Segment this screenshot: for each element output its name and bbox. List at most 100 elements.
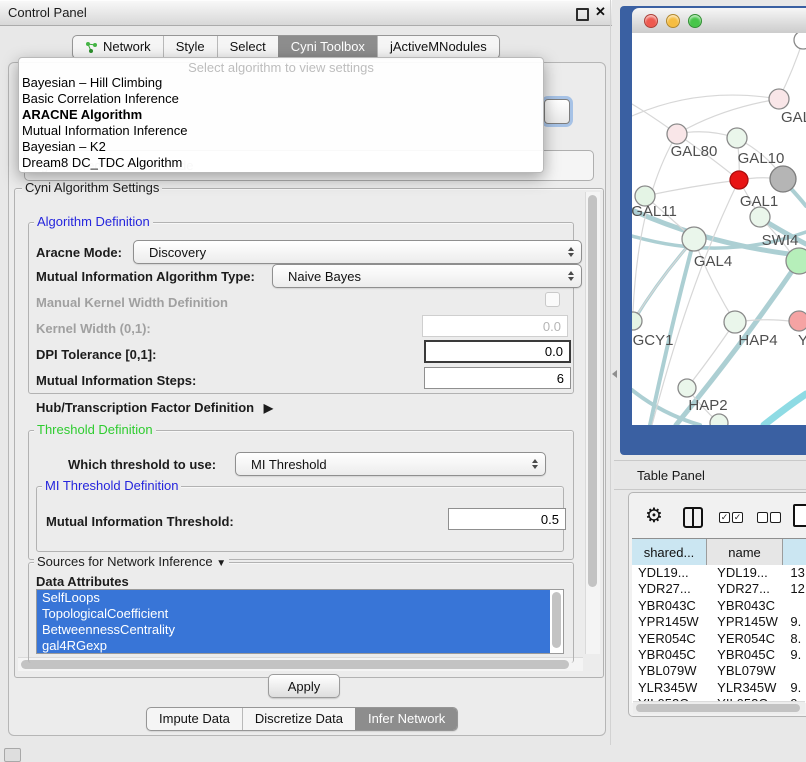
control-panel-title: Control Panel xyxy=(8,5,87,20)
network-node-hap4[interactable] xyxy=(724,311,746,333)
network-edge[interactable] xyxy=(677,99,779,134)
attribute-item[interactable]: gal4RGexp xyxy=(37,638,550,654)
tab-select[interactable]: Select xyxy=(217,36,278,58)
algorithm-option[interactable]: Bayesian – K2 xyxy=(19,139,543,155)
bottom-corner-icon[interactable] xyxy=(4,748,21,762)
network-node-gal4[interactable] xyxy=(682,227,706,251)
network-edge[interactable] xyxy=(645,180,739,196)
network-node-gal80[interactable] xyxy=(667,124,687,144)
zoom-window-icon[interactable] xyxy=(688,14,702,28)
network-node-y[interactable] xyxy=(789,311,806,331)
attribute-item[interactable]: TopologicalCoefficient xyxy=(37,606,550,622)
unchecked-checkbox-icon[interactable] xyxy=(770,512,781,523)
divider-collapse-arrow[interactable] xyxy=(612,370,617,378)
node-label: HAP4 xyxy=(738,332,777,349)
column-header-partial[interactable] xyxy=(783,539,806,565)
attribute-item[interactable]: SelfLoops xyxy=(37,590,550,606)
hub-definition-expander[interactable]: Hub/Transcription Factor Definition ▶ xyxy=(36,400,267,415)
network-node-gal[interactable] xyxy=(769,89,789,109)
table-row[interactable]: YBL079WYBL079W xyxy=(632,663,806,679)
network-node[interactable] xyxy=(750,207,770,227)
algorithm-combo-edge[interactable] xyxy=(544,99,570,124)
tab-impute-data[interactable]: Impute Data xyxy=(147,708,242,730)
close-window-icon[interactable] xyxy=(644,14,658,28)
attribute-item[interactable]: BetweennessCentrality xyxy=(37,622,550,638)
columns-icon[interactable] xyxy=(683,507,703,528)
column-header-shared[interactable]: shared... xyxy=(632,539,707,565)
aracne-mode-value: Discovery xyxy=(149,245,206,260)
algorithm-option[interactable]: Basic Correlation Inference xyxy=(19,91,543,107)
node-label: GAL80 xyxy=(671,143,718,160)
table-row[interactable]: YDR27...YDR27...12 xyxy=(632,581,806,597)
float-panel-icon[interactable] xyxy=(576,8,589,21)
checked-checkbox-icon[interactable]: ✓ xyxy=(719,512,730,523)
column-header-name[interactable]: name xyxy=(707,539,783,565)
table-row[interactable]: YBR043CYBR043C xyxy=(632,598,806,614)
table-hscroll-thumb[interactable] xyxy=(636,704,800,712)
file-icon[interactable] xyxy=(793,504,806,527)
node-label: GAL xyxy=(781,109,806,126)
mi-threshold-field[interactable]: 0.5 xyxy=(448,508,566,530)
mi-threshold-label: Mutual Information Threshold: xyxy=(46,514,234,529)
node-label: GAL11 xyxy=(632,203,677,220)
table-row[interactable]: YDL19...YDL19...13 xyxy=(632,565,806,581)
apply-button[interactable]: Apply xyxy=(268,674,340,698)
algorithm-option[interactable]: Mutual Information Inference xyxy=(19,123,543,139)
network-edge[interactable] xyxy=(694,239,735,322)
network-node[interactable] xyxy=(770,166,796,192)
mi-type-combo[interactable]: Naive Bayes xyxy=(272,264,582,288)
dpi-tolerance-label: DPI Tolerance [0,1]: xyxy=(36,347,156,362)
settings-vertical-scrollbar[interactable] xyxy=(585,192,600,654)
network-edge[interactable] xyxy=(764,394,806,425)
network-edge[interactable] xyxy=(632,95,779,116)
algorithm-option-selected[interactable]: ARACNE Algorithm xyxy=(19,107,543,123)
network-node-gal10[interactable] xyxy=(727,128,747,148)
checked-checkbox-icon[interactable]: ✓ xyxy=(732,512,743,523)
data-attributes-list: SelfLoops TopologicalCoefficient Between… xyxy=(36,589,564,654)
node-label: GAL4 xyxy=(694,253,732,270)
table-row[interactable]: YER054CYER054C8. xyxy=(632,631,806,647)
algorithm-definition-title: Algorithm Definition xyxy=(34,215,153,229)
unchecked-checkbox-icon[interactable] xyxy=(757,512,768,523)
table-row[interactable]: YPR145WYPR145W9. xyxy=(632,614,806,630)
tab-discretize-data[interactable]: Discretize Data xyxy=(242,708,355,730)
network-node[interactable] xyxy=(794,33,806,49)
sources-expander[interactable]: Sources for Network Inference ▼ xyxy=(34,555,229,571)
table-horizontal-scrollbar[interactable] xyxy=(633,701,805,714)
tab-style[interactable]: Style xyxy=(163,36,217,58)
aracne-mode-label: Aracne Mode: xyxy=(36,245,122,260)
tab-network[interactable]: Network xyxy=(73,36,163,58)
network-node-swi4[interactable] xyxy=(786,248,806,274)
algorithm-option[interactable]: Dream8 DC_TDC Algorithm xyxy=(19,155,543,171)
control-panel-titlebar: Control Panel ✕ xyxy=(0,0,612,26)
attributes-scroll-thumb[interactable] xyxy=(552,592,561,648)
tab-jactivemnodules[interactable]: jActiveMNodules xyxy=(377,36,499,58)
algorithm-dropdown-popup: Select algorithm to view settings Bayesi… xyxy=(18,57,544,173)
gear-icon[interactable]: ⚙ xyxy=(645,504,663,528)
mi-steps-field[interactable]: 6 xyxy=(424,367,571,389)
algorithm-option[interactable]: Bayesian – Hill Climbing xyxy=(19,75,543,91)
network-node-gal1[interactable] xyxy=(730,171,748,189)
application-root: Control Panel ✕ Network Style Select Cyn… xyxy=(0,0,806,762)
bottom-tabbar: Impute Data Discretize Data Infer Networ… xyxy=(146,707,458,731)
network-node[interactable] xyxy=(710,414,728,425)
aracne-mode-combo[interactable]: Discovery xyxy=(133,240,582,264)
table-row[interactable]: YLR345WYLR345W9. xyxy=(632,680,806,696)
kernel-width-field[interactable]: 0.0 xyxy=(422,315,568,337)
close-panel-icon[interactable]: ✕ xyxy=(595,4,606,20)
tab-cyni-toolbox[interactable]: Cyni Toolbox xyxy=(278,36,377,58)
mi-steps-label: Mutual Information Steps: xyxy=(36,373,196,388)
network-window-titlebar[interactable] xyxy=(632,8,806,34)
control-panel-tabbar: Network Style Select Cyni Toolbox jActiv… xyxy=(72,35,500,59)
manual-kernel-checkbox[interactable] xyxy=(545,292,560,307)
network-node-hap2[interactable] xyxy=(678,379,696,397)
table-row[interactable]: YBR045CYBR045C9. xyxy=(632,647,806,663)
network-node-gcy1[interactable] xyxy=(632,312,642,330)
which-threshold-combo[interactable]: MI Threshold xyxy=(235,452,546,476)
dpi-tolerance-field[interactable]: 0.0 xyxy=(424,340,571,363)
tab-network-label: Network xyxy=(103,36,151,58)
tab-infer-network[interactable]: Infer Network xyxy=(355,708,457,730)
minimize-window-icon[interactable] xyxy=(666,14,680,28)
network-canvas[interactable]: GALGAL80GAL10GAL1GAL11GAL4SWI4GCY1HAP4YH… xyxy=(632,33,806,425)
settings-vscroll-thumb[interactable] xyxy=(588,195,597,587)
